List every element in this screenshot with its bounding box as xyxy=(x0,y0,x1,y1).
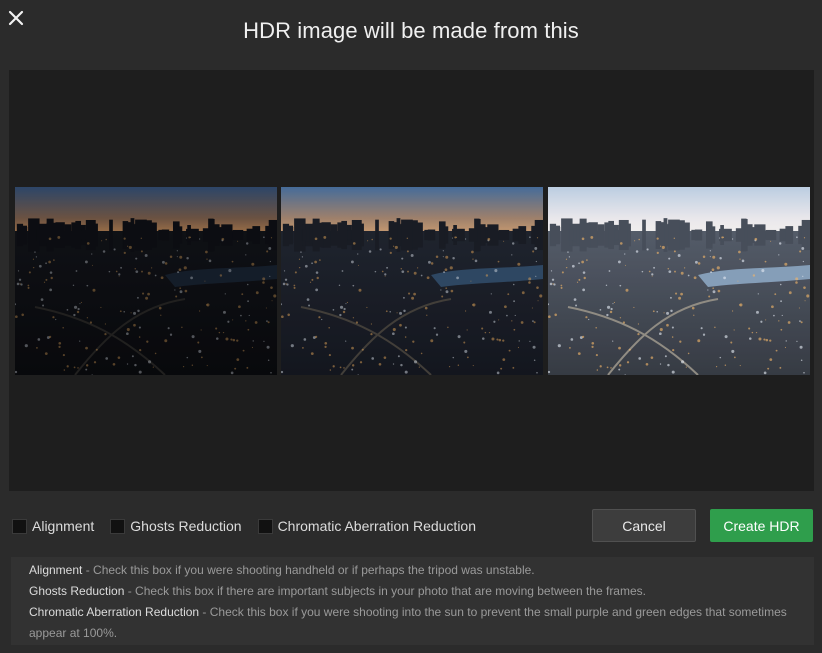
image-preview-area xyxy=(9,70,814,491)
bracket-image-2 xyxy=(281,187,543,375)
city-photo xyxy=(15,187,277,375)
city-photo xyxy=(548,187,810,375)
help-panel: Alignment - Check this box if you were s… xyxy=(11,557,814,645)
help-line-chromatic: Chromatic Aberration Reduction - Check t… xyxy=(29,605,787,619)
dialog-title: HDR image will be made from this xyxy=(243,18,579,43)
hdr-options: Alignment Ghosts Reduction Chromatic Abe… xyxy=(12,515,492,537)
chromatic-aberration-option[interactable]: Chromatic Aberration Reduction xyxy=(257,518,476,534)
city-photo xyxy=(281,187,543,375)
help-line-ghosts: Ghosts Reduction - Check this box if the… xyxy=(29,584,646,598)
alignment-option[interactable]: Alignment xyxy=(12,518,94,534)
bracket-image-1 xyxy=(15,187,277,375)
cancel-button[interactable]: Cancel xyxy=(592,509,696,542)
bracket-image-3 xyxy=(548,187,810,375)
ghosts-reduction-checkbox[interactable] xyxy=(110,518,126,534)
help-line-continuation: appear at 100%. xyxy=(29,626,118,640)
hdr-dialog: HDR image will be made from this Alignme… xyxy=(0,0,822,653)
ghosts-reduction-option[interactable]: Ghosts Reduction xyxy=(110,518,242,534)
chromatic-aberration-checkbox[interactable] xyxy=(257,518,273,534)
help-line-alignment: Alignment - Check this box if you were s… xyxy=(29,563,535,577)
alignment-label: Alignment xyxy=(32,518,95,534)
create-hdr-button[interactable]: Create HDR xyxy=(710,509,813,542)
alignment-checkbox[interactable] xyxy=(12,518,27,534)
chromatic-aberration-label: Chromatic Aberration Reduction xyxy=(277,518,476,534)
ghosts-reduction-label: Ghosts Reduction xyxy=(130,518,242,534)
